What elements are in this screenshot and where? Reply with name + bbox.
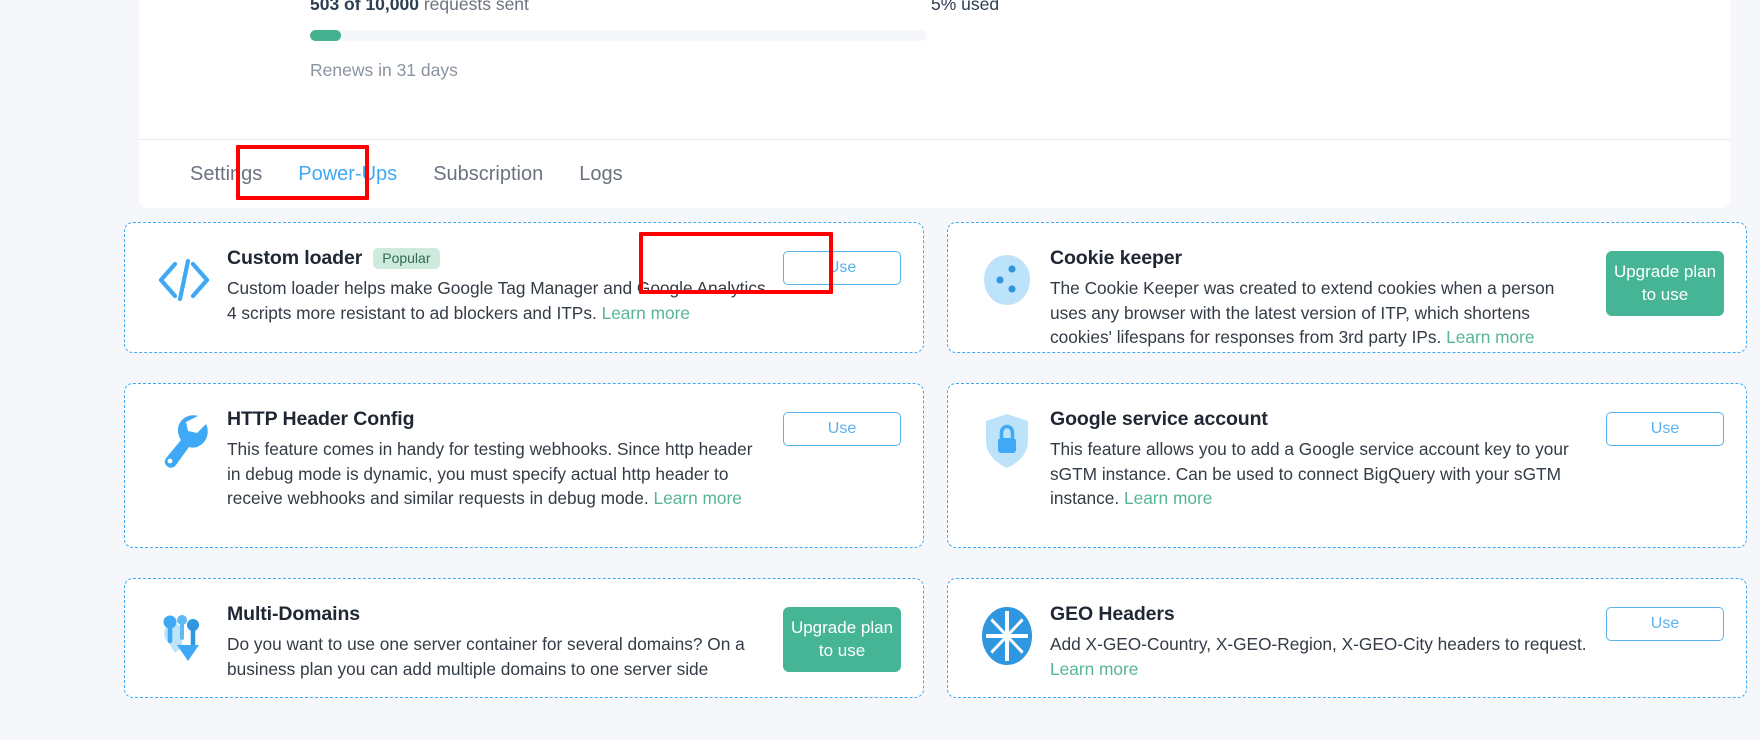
powerup-title-row: Cookie keeper [1050, 247, 1592, 270]
learn-more-link[interactable]: Learn more [602, 303, 690, 323]
usage-summary-panel: 503 of 10,000 requests sent 5% used Rene… [139, 0, 1730, 148]
tab-list: Settings Power-Ups Subscription Logs [172, 140, 641, 209]
powerup-description-text: Add X-GEO-Country, X-GEO-Region, X-GEO-C… [1050, 634, 1587, 654]
upgrade-plan-line2: to use [1641, 284, 1689, 304]
use-button[interactable]: Use [1606, 412, 1724, 446]
powerup-description: Do you want to use one server container … [227, 632, 769, 681]
powerup-card-multi-domains[interactable]: Multi-Domains Do you want to use one ser… [124, 578, 924, 698]
requests-sent-count: 503 of 10,000 [310, 0, 419, 14]
powerup-card-geo-headers[interactable]: GEO Headers Add X-GEO-Country, X-GEO-Reg… [947, 578, 1747, 698]
powerup-description: This feature comes in handy for testing … [227, 437, 769, 511]
wrench-icon [147, 410, 221, 472]
upgrade-plan-line1: Upgrade plan [1613, 261, 1717, 281]
powerup-card-http-header-config[interactable]: HTTP Header Config This feature comes in… [124, 383, 924, 548]
use-button[interactable]: Use [783, 412, 901, 446]
powerup-title: GEO Headers [1050, 603, 1175, 625]
powerup-title-row: GEO Headers [1050, 603, 1592, 626]
powerup-title-row: HTTP Header Config [227, 408, 769, 431]
percent-used-label: 5% used [931, 0, 1000, 14]
use-button[interactable]: Use [783, 251, 901, 285]
powerup-title: Custom loader [227, 247, 363, 269]
multi-domains-icon [147, 605, 221, 667]
powerup-title: HTTP Header Config [227, 408, 415, 430]
page-root: 503 of 10,000 requests sent 5% used Rene… [0, 0, 1760, 740]
powerup-action: Use [783, 247, 901, 285]
powerup-body: Google service account This feature allo… [1050, 408, 1606, 511]
usage-progress-fill [310, 30, 341, 41]
requests-sent-suffix: requests sent [423, 0, 529, 14]
powerup-card-custom-loader[interactable]: Custom loader Popular Custom loader help… [124, 222, 924, 353]
learn-more-link[interactable]: Learn more [1124, 488, 1212, 508]
powerups-row-3: Multi-Domains Do you want to use one ser… [124, 578, 1747, 698]
use-button[interactable]: Use [1606, 607, 1724, 641]
powerup-body: Multi-Domains Do you want to use one ser… [227, 603, 783, 681]
shield-lock-icon [970, 410, 1044, 472]
upgrade-plan-line2: to use [818, 640, 866, 660]
powerups-row-2: HTTP Header Config This feature comes in… [124, 383, 1747, 548]
upgrade-plan-button[interactable]: Upgrade plan to use [1606, 251, 1724, 316]
cookie-icon [970, 249, 1044, 311]
powerup-card-google-service-account[interactable]: Google service account This feature allo… [947, 383, 1747, 548]
status-badge-popular: Popular [373, 248, 440, 269]
powerup-description: The Cookie Keeper was created to extend … [1050, 276, 1592, 350]
renews-label: Renews in 31 days [310, 60, 458, 80]
tabs-panel: Settings Power-Ups Subscription Logs [139, 139, 1730, 208]
powerup-body: Custom loader Popular Custom loader help… [227, 247, 783, 325]
powerup-body: HTTP Header Config This feature comes in… [227, 408, 783, 511]
tab-settings[interactable]: Settings [172, 140, 280, 209]
powerup-action: Upgrade plan to use [783, 603, 901, 672]
powerup-title-row: Multi-Domains [227, 603, 769, 626]
powerup-title: Cookie keeper [1050, 247, 1183, 269]
powerup-description: Add X-GEO-Country, X-GEO-Region, X-GEO-C… [1050, 632, 1592, 681]
powerup-title-row: Custom loader Popular [227, 247, 769, 270]
usage-progress-bar [310, 30, 927, 41]
learn-more-link[interactable]: Learn more [1446, 327, 1534, 347]
powerup-title: Multi-Domains [227, 603, 361, 625]
globe-icon [970, 605, 1044, 667]
powerup-description: This feature allows you to add a Google … [1050, 437, 1592, 511]
powerups-grid: Custom loader Popular Custom loader help… [124, 222, 1747, 728]
powerup-body: GEO Headers Add X-GEO-Country, X-GEO-Reg… [1050, 603, 1606, 681]
powerup-title: Google service account [1050, 408, 1268, 430]
tab-logs[interactable]: Logs [561, 140, 640, 209]
powerup-action: Use [1606, 603, 1724, 641]
powerup-action: Upgrade plan to use [1606, 247, 1724, 316]
powerup-card-cookie-keeper[interactable]: Cookie keeper The Cookie Keeper was crea… [947, 222, 1747, 353]
code-brackets-icon [147, 249, 221, 311]
powerup-title-row: Google service account [1050, 408, 1592, 431]
powerup-action: Use [1606, 408, 1724, 446]
powerup-description-text: Do you want to use one server container … [227, 634, 745, 679]
tab-power-ups[interactable]: Power-Ups [280, 140, 415, 209]
learn-more-link[interactable]: Learn more [654, 488, 742, 508]
powerup-action: Use [783, 408, 901, 446]
requests-sent-text: 503 of 10,000 requests sent [310, 0, 529, 15]
powerup-description: Custom loader helps make Google Tag Mana… [227, 276, 769, 325]
upgrade-plan-line1: Upgrade plan [790, 617, 894, 637]
learn-more-link[interactable]: Learn more [1050, 659, 1138, 679]
tab-subscription[interactable]: Subscription [415, 140, 561, 209]
upgrade-plan-button[interactable]: Upgrade plan to use [783, 607, 901, 672]
powerups-row-1: Custom loader Popular Custom loader help… [124, 222, 1747, 353]
powerup-body: Cookie keeper The Cookie Keeper was crea… [1050, 247, 1606, 350]
